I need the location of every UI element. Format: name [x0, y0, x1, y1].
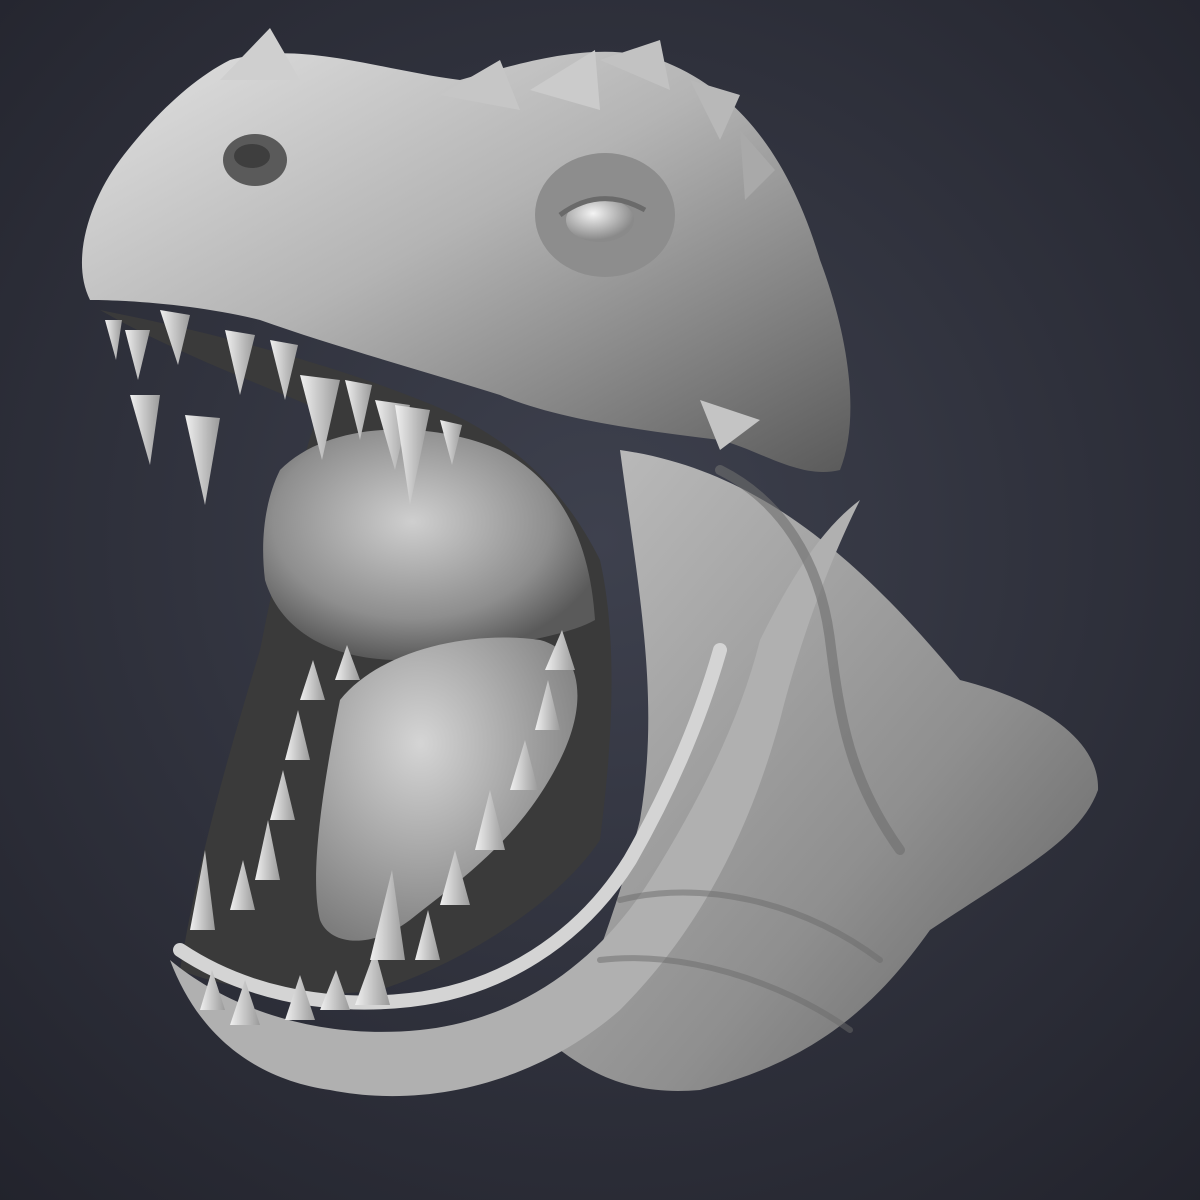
nostril-cavity: [234, 144, 270, 168]
viewport: [0, 0, 1200, 1200]
sculpt-render: [0, 0, 1200, 1200]
